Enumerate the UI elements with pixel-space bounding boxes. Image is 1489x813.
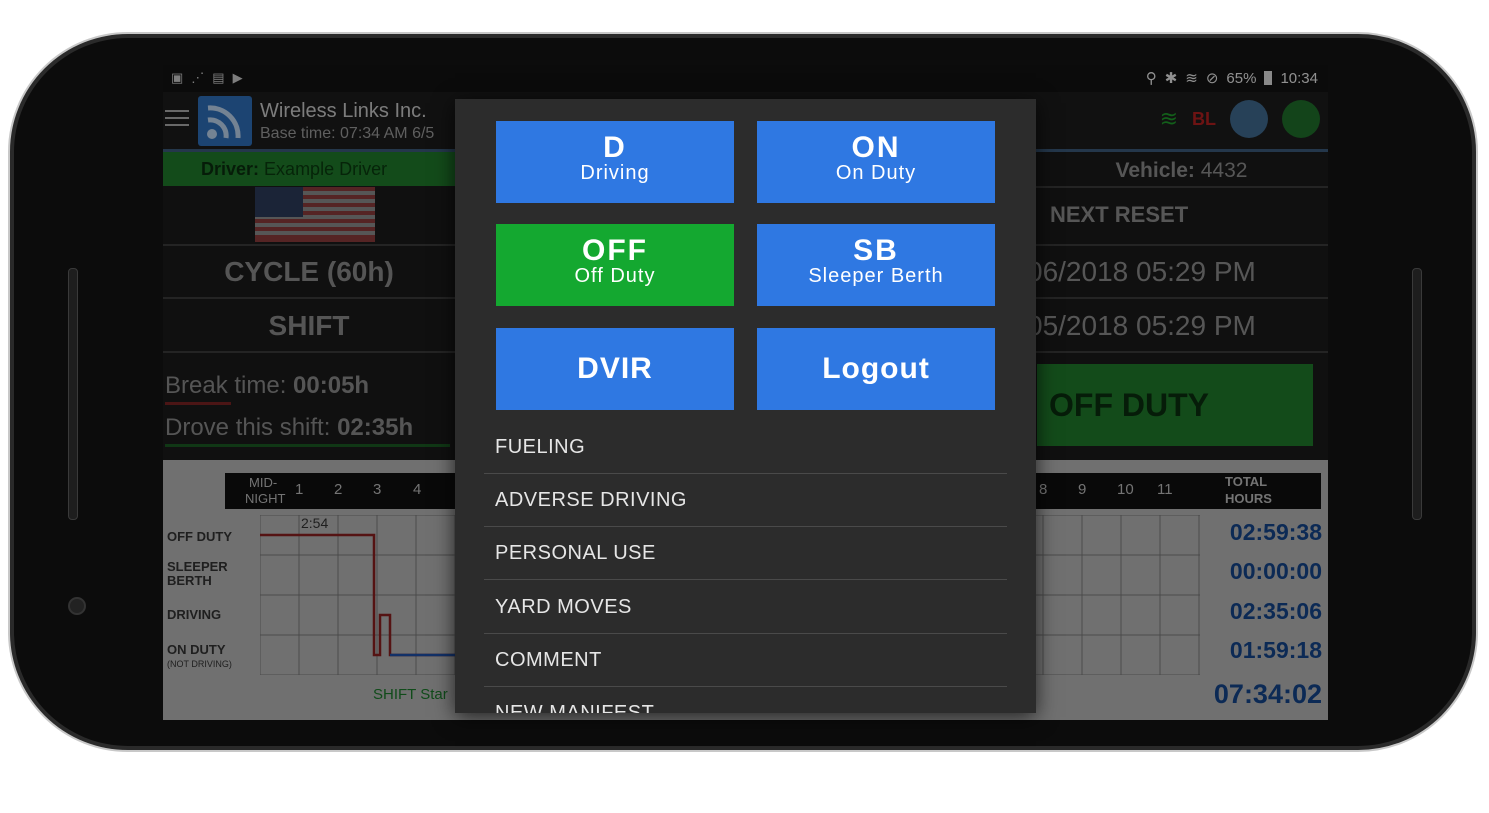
driving-code: D: [603, 131, 627, 164]
phone-side-button-left: [68, 268, 78, 520]
menu-item-personal-use[interactable]: PERSONAL USE: [484, 527, 1007, 580]
off-duty-button[interactable]: OFF Off Duty: [496, 224, 734, 306]
on-duty-code: ON: [851, 131, 901, 164]
camera-icon: [68, 597, 86, 615]
sleeper-code: SB: [853, 234, 899, 267]
sleeper-desc: Sleeper Berth: [808, 265, 944, 287]
sleeper-berth-button[interactable]: SB Sleeper Berth: [757, 224, 995, 306]
driving-button[interactable]: D Driving: [496, 121, 734, 203]
driving-desc: Driving: [580, 162, 650, 184]
duty-status-dialog: D Driving ON On Duty OFF Off Duty SB Sle…: [455, 99, 1036, 713]
menu-item-yard-moves[interactable]: YARD MOVES: [484, 581, 1007, 634]
menu-item-new-manifest[interactable]: NEW MANIFEST: [484, 687, 1007, 713]
menu-item-adverse-driving[interactable]: ADVERSE DRIVING: [484, 474, 1007, 527]
on-duty-button[interactable]: ON On Duty: [757, 121, 995, 203]
off-duty-code: OFF: [582, 234, 648, 267]
logout-button[interactable]: Logout: [757, 328, 995, 410]
menu-item-fueling[interactable]: FUELING: [484, 421, 1007, 474]
menu-item-comment[interactable]: COMMENT: [484, 634, 1007, 687]
off-duty-desc: Off Duty: [574, 265, 656, 287]
dvir-button[interactable]: DVIR: [496, 328, 734, 410]
on-duty-desc: On Duty: [835, 162, 917, 184]
phone-side-button-right: [1412, 268, 1422, 520]
